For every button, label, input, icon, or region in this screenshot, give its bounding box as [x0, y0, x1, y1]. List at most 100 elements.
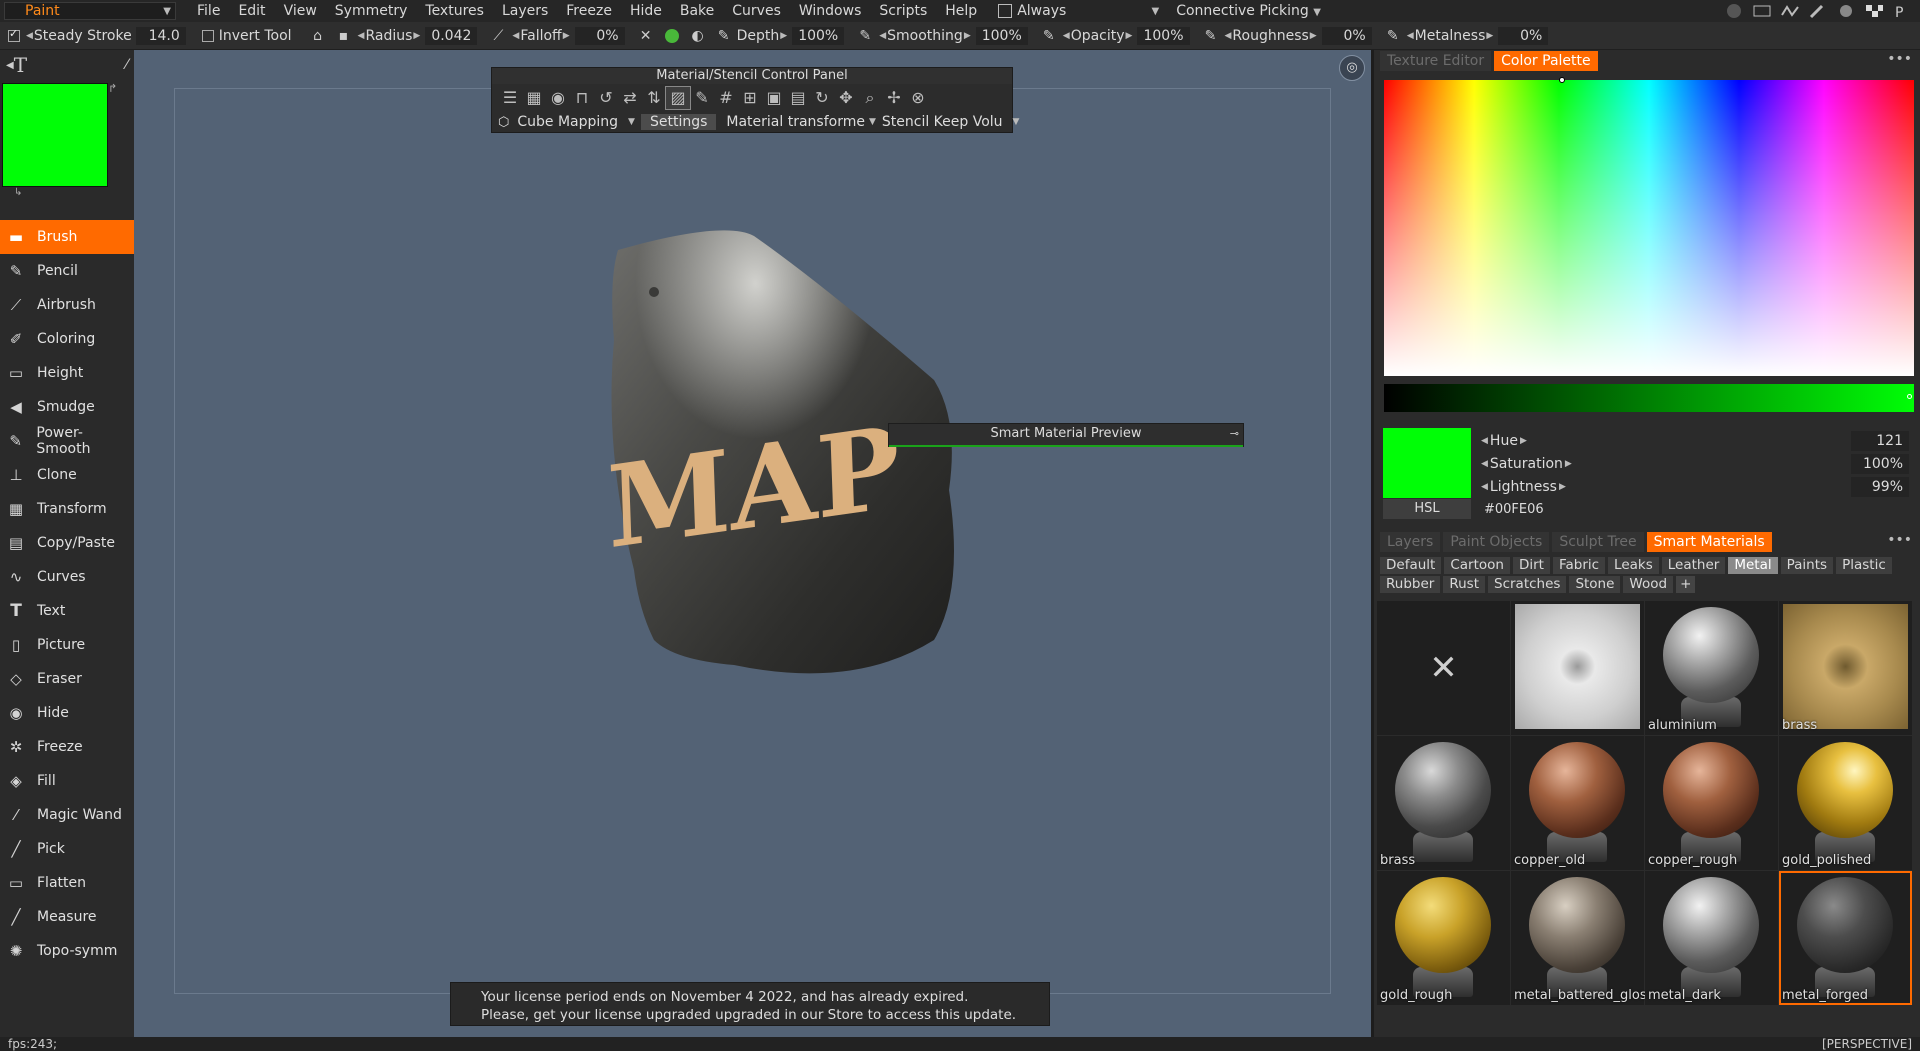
transform-select[interactable]: Material transforme	[726, 114, 865, 130]
material-tile[interactable]: aluminium	[1645, 601, 1778, 735]
menu-edit[interactable]: Edit	[229, 3, 274, 19]
green-dot-icon[interactable]	[664, 28, 680, 44]
room-select[interactable]: Paint ▼	[4, 2, 176, 20]
eyedropper-icon[interactable]: ⁄	[126, 57, 128, 73]
opacity-value[interactable]: 100%	[1137, 26, 1190, 45]
arrow-left-icon[interactable]: ◀	[25, 31, 34, 41]
rotate-icon[interactable]: ↻	[810, 87, 834, 109]
tab-smart-materials[interactable]: Smart Materials	[1646, 532, 1772, 552]
tab-sculpt-tree[interactable]: Sculpt Tree	[1552, 532, 1644, 552]
tool-measure[interactable]: ╱ Measure	[0, 900, 134, 934]
folder-icon[interactable]: ▤	[786, 87, 810, 109]
color-spectrum[interactable]	[1384, 77, 1914, 376]
color-mode-button[interactable]: HSL	[1383, 499, 1471, 519]
arrow-left-icon[interactable]: ◀	[1479, 436, 1490, 446]
arrow-right-icon[interactable]: ▶	[412, 31, 421, 41]
category-dirt[interactable]: Dirt	[1512, 557, 1550, 574]
arrow-right-icon[interactable]: ▶	[562, 31, 571, 41]
save-icon[interactable]: ▣	[762, 87, 786, 109]
arrow-right-icon[interactable]: ▶	[1485, 31, 1494, 41]
tool-transform[interactable]: ▦ Transform	[0, 492, 134, 526]
eye-icon[interactable]: ◉	[546, 87, 570, 109]
hex-value[interactable]: #00FE06	[1484, 502, 1544, 517]
category-rubber[interactable]: Rubber	[1380, 576, 1441, 593]
pen-icon[interactable]: ✎	[716, 28, 732, 44]
arrow-left-icon[interactable]: ◀	[357, 31, 366, 41]
add-category-button[interactable]: +	[1676, 576, 1696, 593]
menu-windows[interactable]: Windows	[790, 3, 871, 19]
tile-grid-icon[interactable]: ⊞	[738, 87, 762, 109]
radius-value[interactable]: 0.042	[425, 26, 478, 45]
pbr-icon[interactable]: P	[1892, 3, 1912, 21]
tool-curves[interactable]: ∿ Curves	[0, 560, 134, 594]
falloff-value[interactable]: 0%	[574, 26, 625, 45]
category-wood[interactable]: Wood	[1623, 576, 1674, 593]
hue-value[interactable]: 121	[1851, 431, 1909, 451]
pen-icon[interactable]: ✎	[690, 87, 714, 109]
hatch-icon[interactable]: ▨	[665, 86, 691, 110]
close-icon[interactable]: ✕	[638, 28, 654, 44]
saturation-value[interactable]: 100%	[1851, 454, 1909, 474]
move-icon[interactable]: ✥	[834, 87, 858, 109]
menu-textures[interactable]: Textures	[416, 3, 493, 19]
tool-fill[interactable]: ◈ Fill	[0, 764, 134, 798]
swap-horizontal-icon[interactable]: ⇄	[618, 87, 642, 109]
arrow-right-icon[interactable]: ▶	[779, 31, 788, 41]
menu-file[interactable]: File	[188, 3, 229, 19]
wave-icon[interactable]	[1780, 3, 1800, 19]
material-tile[interactable]: copper_old	[1511, 736, 1644, 870]
tab-texture-editor[interactable]: Texture Editor	[1380, 51, 1492, 71]
chevron-down-icon[interactable]: ▼	[628, 117, 635, 127]
category-default[interactable]: Default	[1380, 557, 1442, 574]
depth-mode-icon[interactable]: ◐	[690, 28, 706, 44]
plane-icon[interactable]	[1752, 3, 1772, 19]
category-rust[interactable]: Rust	[1443, 576, 1485, 593]
menu-symmetry[interactable]: Symmetry	[326, 3, 417, 19]
material-tile[interactable]: metal_battered_gloss	[1511, 871, 1653, 1005]
tool-eraser[interactable]: ◇ Eraser	[0, 662, 134, 696]
lightness-slider[interactable]	[1384, 384, 1914, 412]
material-tile[interactable]: copper_rough	[1645, 736, 1778, 870]
lock-icon[interactable]: ⊓	[570, 87, 594, 109]
arrow-left-icon[interactable]: ◀	[1479, 459, 1490, 469]
arrow-right-icon[interactable]: ▶	[1125, 31, 1134, 41]
material-tile[interactable]: brass	[1377, 736, 1510, 870]
arrow-left-icon[interactable]: ◀	[1062, 31, 1071, 41]
tab-color-palette[interactable]: Color Palette	[1494, 51, 1598, 71]
mouse-icon[interactable]: ⌂	[310, 28, 326, 44]
arrow-right-icon[interactable]: ▶	[1309, 31, 1318, 41]
tool-topo-symm[interactable]: ✺ Topo-symm	[0, 934, 134, 968]
category-stone[interactable]: Stone	[1569, 576, 1621, 593]
lightness-marker[interactable]	[1907, 394, 1912, 399]
material-tile[interactable]: metal_dark	[1645, 871, 1778, 1005]
stencil-select[interactable]: Stencil Keep Volu	[882, 114, 1003, 130]
arrow-left-icon[interactable]: ◀	[1479, 482, 1490, 492]
material-tile[interactable]: ✕	[1377, 601, 1510, 735]
tool-pick[interactable]: ╱ Pick	[0, 832, 134, 866]
menu-curves[interactable]: Curves	[723, 3, 790, 19]
tool-freeze[interactable]: ✲ Freeze	[0, 730, 134, 764]
refresh-icon[interactable]: ↺	[594, 87, 618, 109]
category-leaks[interactable]: Leaks	[1608, 557, 1659, 574]
category-scratches[interactable]: Scratches	[1488, 576, 1567, 593]
category-fabric[interactable]: Fabric	[1552, 557, 1606, 574]
category-cartoon[interactable]: Cartoon	[1444, 557, 1510, 574]
menu-help[interactable]: Help	[936, 3, 986, 19]
shading-icon[interactable]	[1836, 3, 1856, 19]
pen-icon[interactable]: ✎	[857, 28, 873, 44]
text-tool-icon[interactable]: T	[14, 53, 27, 77]
primary-color-swatch[interactable]	[2, 83, 108, 187]
menu-bake[interactable]: Bake	[671, 3, 723, 19]
spectrum-marker[interactable]	[1559, 77, 1565, 83]
tool-text[interactable]: T Text	[0, 594, 134, 628]
material-tile[interactable]	[1511, 601, 1644, 735]
arrow-right-icon[interactable]: ▶	[963, 31, 972, 41]
arrow-left-icon[interactable]: ◀	[1406, 31, 1415, 41]
invert-tool-checkbox[interactable]	[201, 29, 214, 42]
pin-icon[interactable]: ⊸	[1230, 424, 1239, 444]
chevron-down-icon[interactable]: ▼	[869, 117, 876, 127]
tool-brush[interactable]: ▬ Brush	[0, 220, 134, 254]
arrow-left-icon[interactable]: ◀	[1224, 31, 1233, 41]
tab-layers[interactable]: Layers	[1380, 532, 1441, 552]
material-tile[interactable]: gold_polished	[1779, 736, 1912, 870]
